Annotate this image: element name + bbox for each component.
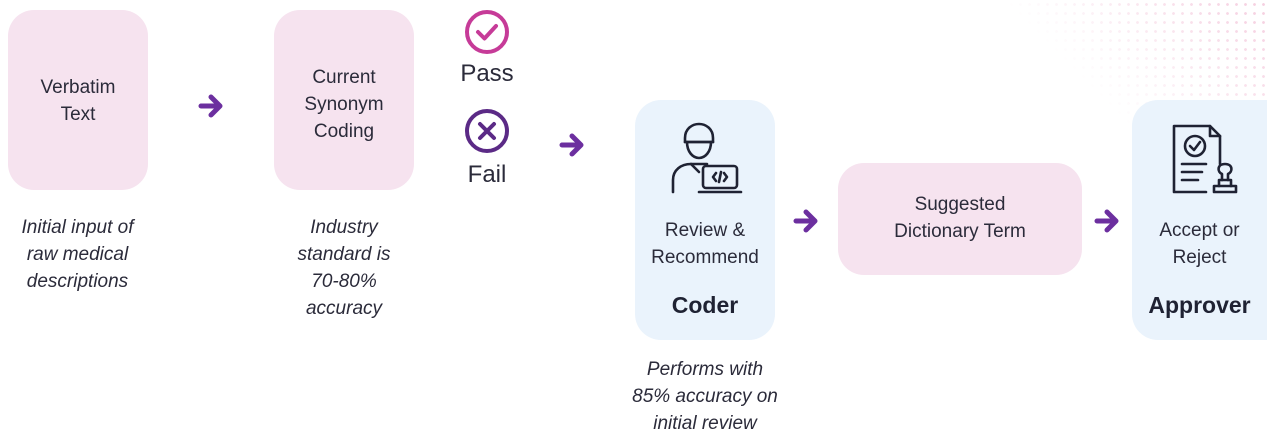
step-verbatim-text: Verbatim Text bbox=[8, 10, 148, 190]
pass-label: Pass bbox=[460, 60, 514, 87]
step-approver-label: Accept or Reject bbox=[1159, 220, 1240, 268]
step-coder: Review & Recommend Coder bbox=[635, 100, 775, 340]
fail-label: Fail bbox=[467, 161, 507, 188]
coder-person-laptop-icon bbox=[671, 122, 743, 194]
step-verbatim-label: Verbatim Text bbox=[40, 77, 116, 125]
x-circle-icon bbox=[465, 109, 509, 153]
verbatim-caption: Initial input of raw medical description… bbox=[21, 217, 134, 292]
synonym-caption: Industry standard is 70-80% accuracy bbox=[297, 217, 391, 319]
step-suggested-label: Suggested Dictionary Term bbox=[894, 194, 1026, 242]
step-synonym-coding: Current Synonym Coding bbox=[274, 10, 414, 190]
step-suggested-term: Suggested Dictionary Term bbox=[838, 163, 1082, 275]
step-coder-label: Review & Recommend bbox=[651, 220, 759, 268]
coder-role: Coder bbox=[671, 292, 739, 318]
arrow-right-icon bbox=[793, 209, 818, 233]
arrow-right-icon bbox=[1094, 209, 1119, 233]
approval-document-stamp-icon bbox=[1172, 124, 1238, 194]
step-synonym-label: Current Synonym Coding bbox=[304, 67, 384, 142]
step-approver: Accept or Reject Approver bbox=[1132, 100, 1267, 340]
check-circle-icon bbox=[465, 10, 509, 54]
arrow-right-icon bbox=[198, 94, 223, 118]
coder-caption: Performs with 85% accuracy on initial re… bbox=[632, 359, 778, 434]
approver-role: Approver bbox=[1148, 292, 1251, 318]
arrow-right-icon bbox=[559, 133, 584, 157]
